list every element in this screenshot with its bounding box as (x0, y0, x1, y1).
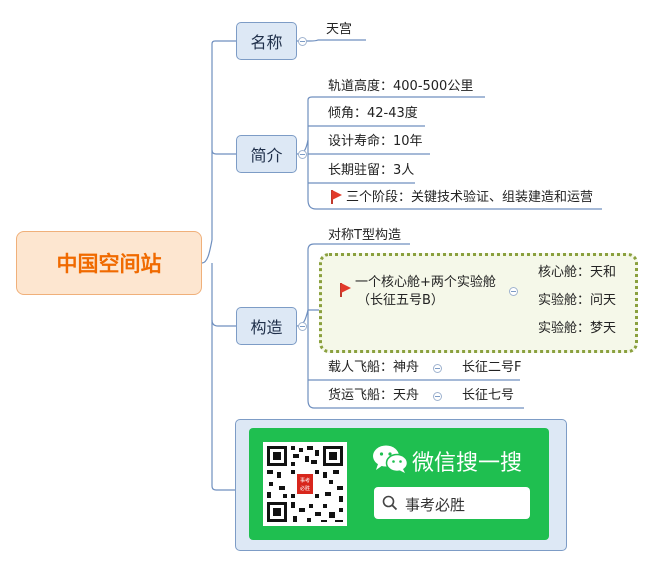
wechat-search-title: 微信搜一搜 (412, 451, 523, 476)
branch-intro[interactable]: 简介 (236, 135, 297, 173)
branch-name[interactable]: 名称 (236, 22, 297, 60)
collapse-icon[interactable] (298, 322, 307, 331)
wechat-search-query[interactable]: 事考必胜 (405, 494, 465, 515)
collapse-icon[interactable] (509, 287, 518, 296)
leaf-inclination[interactable]: 倾角：42-43度 (328, 106, 418, 122)
root-node[interactable]: 中国空间站 (16, 231, 202, 295)
qr-code: 事考 必胜 (263, 442, 347, 526)
leaf-orbit-height[interactable]: 轨道高度：400-500公里 (328, 79, 473, 95)
leaf-long-march-2f[interactable]: 长征二号F (462, 360, 521, 376)
leaf-long-term-crew[interactable]: 长期驻留：3人 (328, 163, 414, 179)
leaf-lab-mengtian[interactable]: 实验舱：梦天 (538, 321, 616, 337)
leaf-name-tiangong[interactable]: 天宫 (326, 22, 352, 38)
leaf-core-tianhe[interactable]: 核心舱：天和 (538, 265, 616, 281)
leaf-long-march-5b[interactable]: （长征五号B） (357, 293, 444, 309)
collapse-icon[interactable] (433, 364, 442, 373)
qr-badge-text: 事考 (300, 477, 310, 484)
leaf-design-life[interactable]: 设计寿命：10年 (328, 134, 423, 150)
leaf-modules[interactable]: 一个核心舱+两个实验舱 (355, 275, 496, 291)
collapse-icon[interactable] (298, 37, 307, 46)
leaf-lab-wentian[interactable]: 实验舱：问天 (538, 293, 616, 309)
qr-code-graphic: 事考 必胜 (263, 442, 347, 526)
collapse-icon[interactable] (433, 392, 442, 401)
leaf-t-structure[interactable]: 对称T型构造 (328, 228, 401, 244)
leaf-cargo-tianzhou[interactable]: 货运飞船：天舟 (328, 388, 419, 404)
collapse-icon[interactable] (298, 150, 307, 159)
leaf-long-march-7[interactable]: 长征七号 (462, 388, 514, 404)
wechat-icon (372, 444, 409, 474)
search-icon[interactable] (382, 495, 398, 511)
leaf-crewed-shenzhou[interactable]: 载人飞船：神舟 (328, 360, 419, 376)
leaf-three-phases[interactable]: 三个阶段：关键技术验证、组装建造和运营 (346, 190, 593, 206)
svg-text:必胜: 必胜 (300, 485, 310, 492)
branch-structure[interactable]: 构造 (236, 307, 297, 345)
